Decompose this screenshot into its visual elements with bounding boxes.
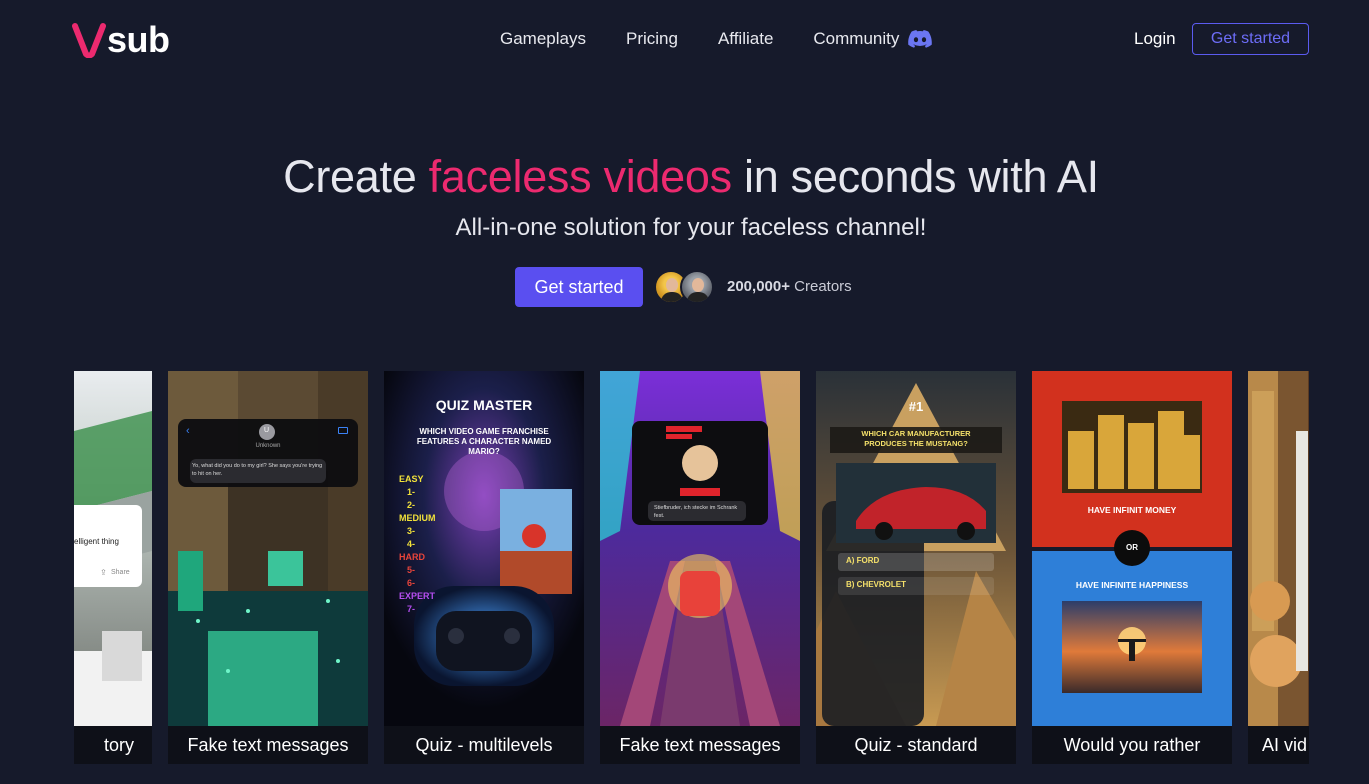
nav-get-started-button[interactable]: Get started [1192,23,1309,55]
hero-subtitle: All-in-one solution for your faceless ch… [455,214,927,241]
quiz-level-item: 3- [407,526,416,536]
template-card-fake-text-2[interactable]: Stiefbruder, ich stecke im Schrank fest.… [600,371,800,764]
quiz-rank: #1 [908,399,924,414]
nav-links: Gameplays Pricing Affiliate Community [500,26,972,52]
quiz-level-item: 4- [407,539,416,549]
quiz-question: WHICH CAR MANUFACTURER PRODUCES THE MUST… [861,429,971,448]
quiz-level-item: EASY [399,474,424,484]
option-top: HAVE INFINIT MONEY [1087,505,1177,515]
creators-label: Creators [794,278,852,295]
quiz-option-b: B) CHEVROLET [846,580,906,589]
hero-get-started-button[interactable]: Get started [515,267,643,307]
message-bubble: Yo, what did you do to my girl? She says… [192,463,323,477]
nav-link-community[interactable]: Community [813,26,933,52]
nav-link-affiliate[interactable]: Affiliate [718,26,773,52]
nav-link-gameplays[interactable]: Gameplays [500,26,586,52]
template-thumb [74,371,152,726]
template-card-fake-text-1[interactable]: ‹ U Unknown Yo, what did you do to my gi… [168,371,368,764]
quiz-level-item: 5- [407,565,416,575]
subway-thumbnail [600,371,800,726]
template-card-label: tory [74,726,152,764]
contact-avatar: U [264,427,270,434]
logo-v-mark [72,23,106,58]
template-card-label: Quiz - standard [816,726,1016,764]
quiz-level-item: 7- [407,604,416,614]
template-thumb [816,371,1016,726]
quiz-title: QUIZ MASTER [435,397,533,413]
login-link[interactable]: Login [1134,26,1176,52]
template-card-would-you-rather[interactable]: HAVE INFINIT MONEY OR HAVE INFINITE HAPP… [1032,371,1232,764]
ai-video-thumbnail [1248,371,1309,726]
template-card-label: Would you rather [1032,726,1232,764]
contact-name: Unknown [255,443,281,449]
hero-title: Create faceless videos in seconds with A… [0,148,1369,206]
quiz-levels: EASY 1- 2- MEDIUM 3- 4- HARD 5- 6- EXPERT 7- [399,473,469,616]
template-card-label-text: tory [103,734,134,755]
quiz-level-item: MEDIUM [399,513,436,523]
nav-link-pricing[interactable]: Pricing [626,26,678,52]
template-card-label-text: AI vid [1262,734,1308,755]
vsub-logo[interactable]: sub [72,20,170,60]
video-call-icon [338,427,348,434]
video-template-gallery: elligent thing ⇪ Share tory ‹ U Unknown … [74,371,1309,764]
nav-link-community-label: Community [813,29,900,48]
message-bubble: Stiefbruder, ich stecke im Schrank fest. [654,505,738,519]
story-share: Share [111,569,130,576]
template-card-label: Fake text messages [600,726,800,764]
top-nav: sub Gameplays Pricing Affiliate Communit… [0,0,1369,80]
minecraft-thumbnail [168,371,368,726]
template-card-ai-video[interactable]: AI vid [1248,371,1309,764]
template-card-quiz-multilevels[interactable]: QUIZ MASTER WHICH VIDEO GAME FRANCHISE F… [384,371,584,764]
discord-icon [908,30,933,48]
quiz-option-a: A) FORD [846,556,880,565]
template-card-label: Fake text messages [168,726,368,764]
hero-title-pre: Create [283,151,429,202]
template-card-label: AI vid [1248,726,1309,764]
creators-number: 200,000+ [727,278,790,295]
quiz-level-item: EXPERT [399,591,436,601]
template-card-quiz-standard[interactable]: #1 WHICH CAR MANUFACTURER PRODUCES THE M… [816,371,1016,764]
back-icon: ‹ [186,425,190,437]
hero-title-accent: faceless videos [428,151,732,202]
share-icon: ⇪ [100,568,107,577]
option-bottom: HAVE INFINITE HAPPINESS [1075,580,1189,590]
creators-count: 200,000+ Creators [727,276,852,298]
quiz-level-item: 2- [407,500,416,510]
quiz-question: WHICH VIDEO GAME FRANCHISE FEATURES A CH… [416,427,552,456]
logo-text: sub [107,19,170,60]
story-thumbnail [74,371,152,726]
story-snippet: elligent thing [74,537,119,546]
hero-title-post: in seconds with AI [731,151,1099,202]
template-card-story[interactable]: elligent thing ⇪ Share tory [74,371,152,764]
quiz-level-item: 1- [407,487,416,497]
quiz-level-item: 6- [407,578,416,588]
template-thumb [600,371,800,726]
quiz-level-item: HARD [399,552,425,562]
template-thumb [168,371,368,726]
avatar [680,270,714,304]
quiz-standard-thumbnail [816,371,1016,726]
template-thumb [1248,371,1309,726]
creator-avatars [654,270,718,304]
template-card-label: Quiz - multilevels [384,726,584,764]
or-badge: OR [1126,543,1138,552]
